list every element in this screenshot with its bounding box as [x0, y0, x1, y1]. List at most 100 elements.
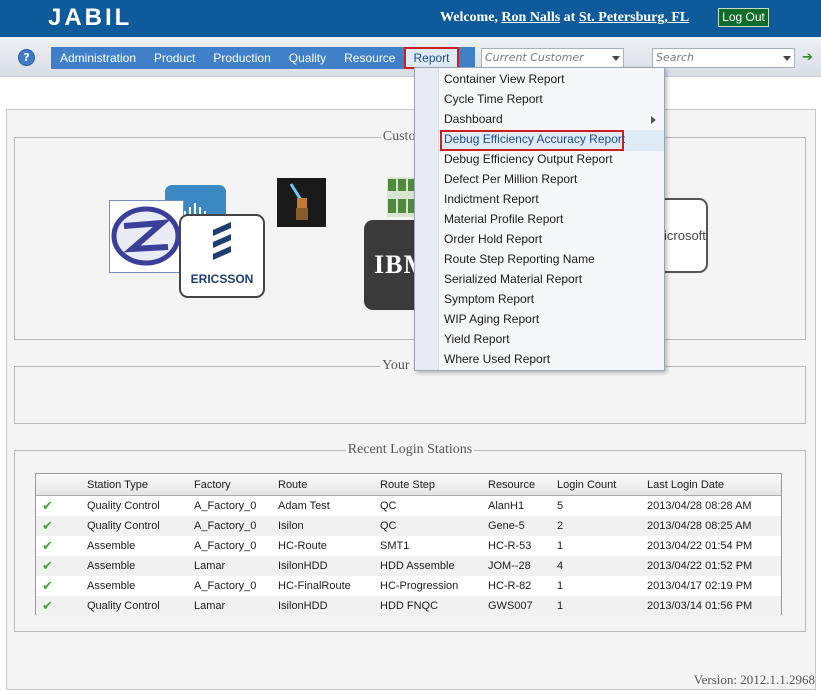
cell-route: IsilonHDD — [278, 600, 328, 612]
cell-factory: Lamar — [194, 560, 226, 572]
header-bar: JABIL Welcome, Ron Nalls at St. Petersbu… — [0, 0, 821, 37]
cell-last-login-date: 2013/04/28 08:25 AM — [647, 520, 752, 532]
welcome-text: Welcome, Ron Nalls at St. Petersburg, FL — [440, 10, 689, 26]
menu-item-yield-report[interactable]: Yield Report — [444, 329, 510, 349]
cell-route-step: SMT1 — [380, 540, 410, 552]
cell-station-type: Quality Control — [87, 600, 160, 612]
cell-last-login-date: 2013/03/14 01:56 PM — [647, 600, 753, 612]
search-input[interactable]: Search — [652, 48, 795, 68]
cell-login-count: 5 — [557, 500, 564, 512]
cell-resource: JOM--28 — [488, 560, 531, 572]
check-icon: ✔ — [42, 539, 53, 554]
col-resource[interactable]: Resource — [488, 479, 535, 491]
ericsson-logo-text: ERICSSON — [190, 272, 254, 286]
cell-route-step: HDD FNQC — [380, 600, 439, 612]
cell-login-count: 4 — [557, 560, 564, 572]
cell-station-type: Quality Control — [87, 500, 160, 512]
ericsson-mark-icon — [213, 222, 231, 260]
cell-resource: HC-R-82 — [488, 580, 532, 592]
chevron-down-icon[interactable] — [783, 56, 791, 61]
menu-item-material-profile-report[interactable]: Material Profile Report — [444, 209, 563, 229]
jabil-logo: JABIL — [48, 4, 133, 31]
ibm-logo[interactable]: IBM — [364, 220, 428, 310]
menu-item-debug-efficiency-accuracy-report[interactable]: Debug Efficiency Accuracy Report — [444, 129, 625, 149]
menu-item-symptom-report[interactable]: Symptom Report — [444, 289, 534, 309]
table-row[interactable]: ✔ Quality Control Lamar IsilonHDD HDD FN… — [36, 596, 781, 616]
menu-production[interactable]: Production — [204, 47, 279, 69]
cell-route-step: HC-Progression — [380, 580, 459, 592]
menu-item-wip-aging-report[interactable]: WIP Aging Report — [444, 309, 539, 329]
menu-item-route-step-reporting-name[interactable]: Route Step Reporting Name — [444, 249, 595, 269]
menu-item-debug-efficiency-output-report[interactable]: Debug Efficiency Output Report — [444, 149, 613, 169]
menu-gutter — [415, 68, 439, 370]
col-station-type[interactable]: Station Type — [87, 479, 148, 491]
trees-logo[interactable] — [387, 177, 417, 217]
notifications-panel: Your Noti — [14, 358, 806, 424]
table-row[interactable]: ✔ Assemble A_Factory_0 HC-FinalRoute HC-… — [36, 576, 781, 596]
table-row[interactable]: ✔ Quality Control A_Factory_0 Adam Test … — [36, 496, 781, 516]
cell-route-step: QC — [380, 500, 397, 512]
menu-item-defect-per-million-report[interactable]: Defect Per Million Report — [444, 169, 577, 189]
logout-button[interactable]: Log Out — [718, 8, 769, 27]
col-route-step[interactable]: Route Step — [380, 479, 435, 491]
menu-item-where-used-report[interactable]: Where Used Report — [444, 349, 550, 369]
menu-quality[interactable]: Quality — [280, 47, 335, 69]
cell-last-login-date: 2013/04/28 08:28 AM — [647, 500, 752, 512]
menu-product[interactable]: Product — [145, 47, 204, 69]
cell-factory: A_Factory_0 — [194, 540, 257, 552]
user-name-link[interactable]: Ron Nalls — [501, 10, 560, 25]
cell-factory: A_Factory_0 — [194, 500, 257, 512]
menu-item-serialized-material-report[interactable]: Serialized Material Report — [444, 269, 582, 289]
help-icon[interactable]: ? — [18, 49, 35, 66]
table-header: Station Type Factory Route Route Step Re… — [36, 474, 781, 496]
cell-login-count: 1 — [557, 580, 564, 592]
submenu-arrow-icon — [651, 116, 656, 124]
customer-logo-globe[interactable] — [109, 200, 184, 273]
menu-administration[interactable]: Administration — [51, 47, 145, 69]
menu-item-order-hold-report[interactable]: Order Hold Report — [444, 229, 542, 249]
table-row[interactable]: ✔ Quality Control A_Factory_0 Isilon QC … — [36, 516, 781, 536]
cell-resource: Gene-5 — [488, 520, 525, 532]
ericsson-logo[interactable]: ERICSSON — [179, 214, 265, 298]
check-icon: ✔ — [42, 599, 53, 614]
cell-last-login-date: 2013/04/22 01:54 PM — [647, 540, 753, 552]
menu-item-indictment-report[interactable]: Indictment Report — [444, 189, 539, 209]
cell-login-count: 1 — [557, 540, 564, 552]
login-stations-legend: Recent Login Stations — [347, 442, 473, 457]
game-avatar-logo[interactable] — [277, 178, 326, 227]
trees-icon — [388, 179, 416, 213]
go-arrow-icon[interactable]: ➔ — [802, 50, 813, 65]
cell-resource: AlanH1 — [488, 500, 525, 512]
col-login-count[interactable]: Login Count — [557, 479, 616, 491]
menu-item-cycle-time-report[interactable]: Cycle Time Report — [444, 89, 543, 109]
check-icon: ✔ — [42, 579, 53, 594]
microsoft-logo[interactable]: icrosoft — [664, 198, 708, 273]
table-row[interactable]: ✔ Assemble Lamar IsilonHDD HDD Assemble … — [36, 556, 781, 576]
cell-login-count: 2 — [557, 520, 564, 532]
cell-factory: A_Factory_0 — [194, 520, 257, 532]
customer-select[interactable]: Current Customer — [481, 48, 624, 68]
check-icon: ✔ — [42, 559, 53, 574]
cell-route: Adam Test — [278, 500, 330, 512]
cell-last-login-date: 2013/04/22 01:52 PM — [647, 560, 753, 572]
col-route[interactable]: Route — [278, 479, 307, 491]
search-placeholder: Search — [656, 51, 695, 64]
cell-route: IsilonHDD — [278, 560, 328, 572]
microsoft-logo-text: icrosoft — [664, 228, 706, 243]
menu-report[interactable]: Report — [404, 47, 459, 69]
menu-item-container-view-report[interactable]: Container View Report — [444, 69, 565, 89]
cell-route: HC-FinalRoute — [278, 580, 351, 592]
menu-resource[interactable]: Resource — [335, 47, 404, 69]
cell-station-type: Assemble — [87, 540, 136, 552]
cell-factory: Lamar — [194, 600, 226, 612]
site-link[interactable]: St. Petersburg, FL — [579, 10, 689, 25]
cell-route-step: HDD Assemble — [380, 560, 455, 572]
col-last-login-date[interactable]: Last Login Date — [647, 479, 724, 491]
menu-item-dashboard[interactable]: Dashboard — [444, 109, 503, 129]
chevron-down-icon[interactable] — [612, 56, 620, 61]
main-menu: Administration Product Production Qualit… — [51, 47, 475, 69]
col-factory[interactable]: Factory — [194, 479, 231, 491]
cell-login-count: 1 — [557, 600, 564, 612]
customer-select-placeholder: Current Customer — [485, 51, 584, 64]
table-row[interactable]: ✔ Assemble A_Factory_0 HC-Route SMT1 HC-… — [36, 536, 781, 556]
